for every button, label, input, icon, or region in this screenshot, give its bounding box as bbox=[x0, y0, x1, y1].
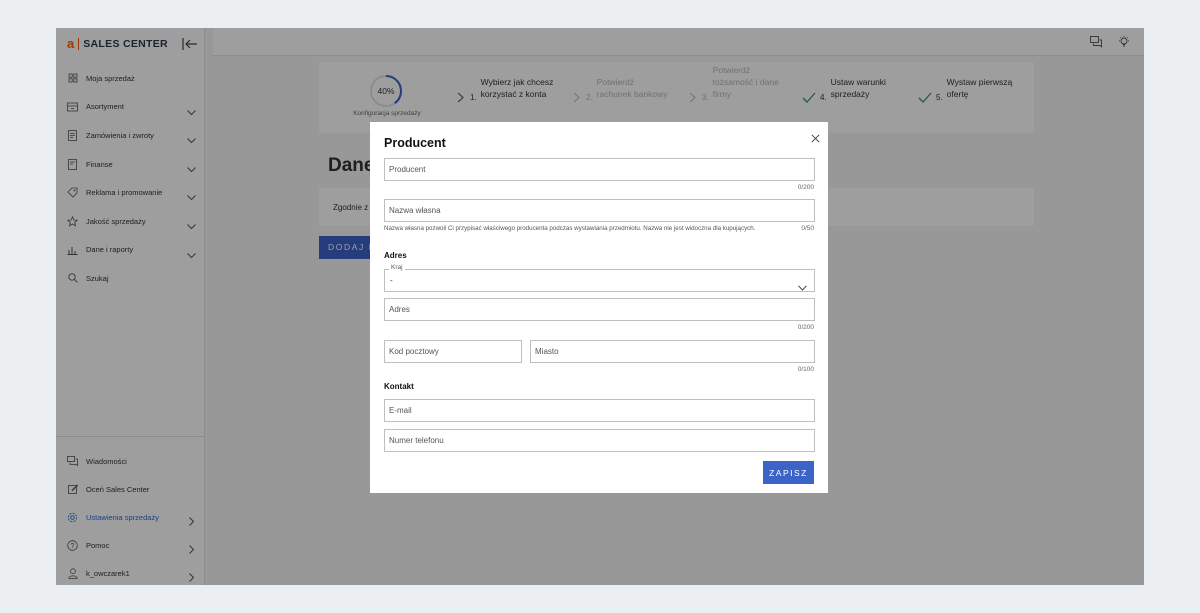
address-section-title: Adres bbox=[384, 251, 407, 260]
country-select[interactable]: Kraj - bbox=[384, 264, 815, 292]
producer-counter: 0/200 bbox=[797, 184, 814, 191]
address-counter: 0/200 bbox=[797, 324, 814, 331]
email-field[interactable] bbox=[384, 399, 815, 422]
chevron-down-icon bbox=[798, 278, 807, 291]
address-field[interactable] bbox=[384, 298, 815, 321]
city-field[interactable] bbox=[530, 340, 815, 363]
close-icon[interactable] bbox=[811, 130, 820, 143]
phone-field[interactable] bbox=[384, 429, 815, 452]
city-input[interactable] bbox=[531, 341, 814, 362]
producer-field[interactable] bbox=[384, 158, 815, 181]
save-button[interactable]: ZAPISZ bbox=[763, 461, 814, 484]
modal-title: Producent bbox=[384, 136, 446, 150]
postal-code-field[interactable] bbox=[384, 340, 522, 363]
own-name-field[interactable] bbox=[384, 199, 815, 222]
own-name-counter: 0/50 bbox=[801, 225, 814, 232]
country-value: - bbox=[390, 276, 393, 285]
postal-code-input[interactable] bbox=[385, 341, 521, 362]
own-name-hint: Nazwa własna pozwoli Ci przypisać właści… bbox=[384, 225, 756, 232]
phone-input[interactable] bbox=[385, 430, 814, 451]
producer-input[interactable] bbox=[385, 159, 814, 180]
email-input[interactable] bbox=[385, 400, 814, 421]
contact-section-title: Kontakt bbox=[384, 382, 414, 391]
address-input[interactable] bbox=[385, 299, 814, 320]
producer-modal: Producent 0/200 Nazwa własna pozwoli Ci … bbox=[370, 122, 828, 493]
own-name-input[interactable] bbox=[385, 200, 814, 221]
city-counter: 0/100 bbox=[797, 366, 814, 373]
country-label: Kraj bbox=[389, 264, 405, 271]
